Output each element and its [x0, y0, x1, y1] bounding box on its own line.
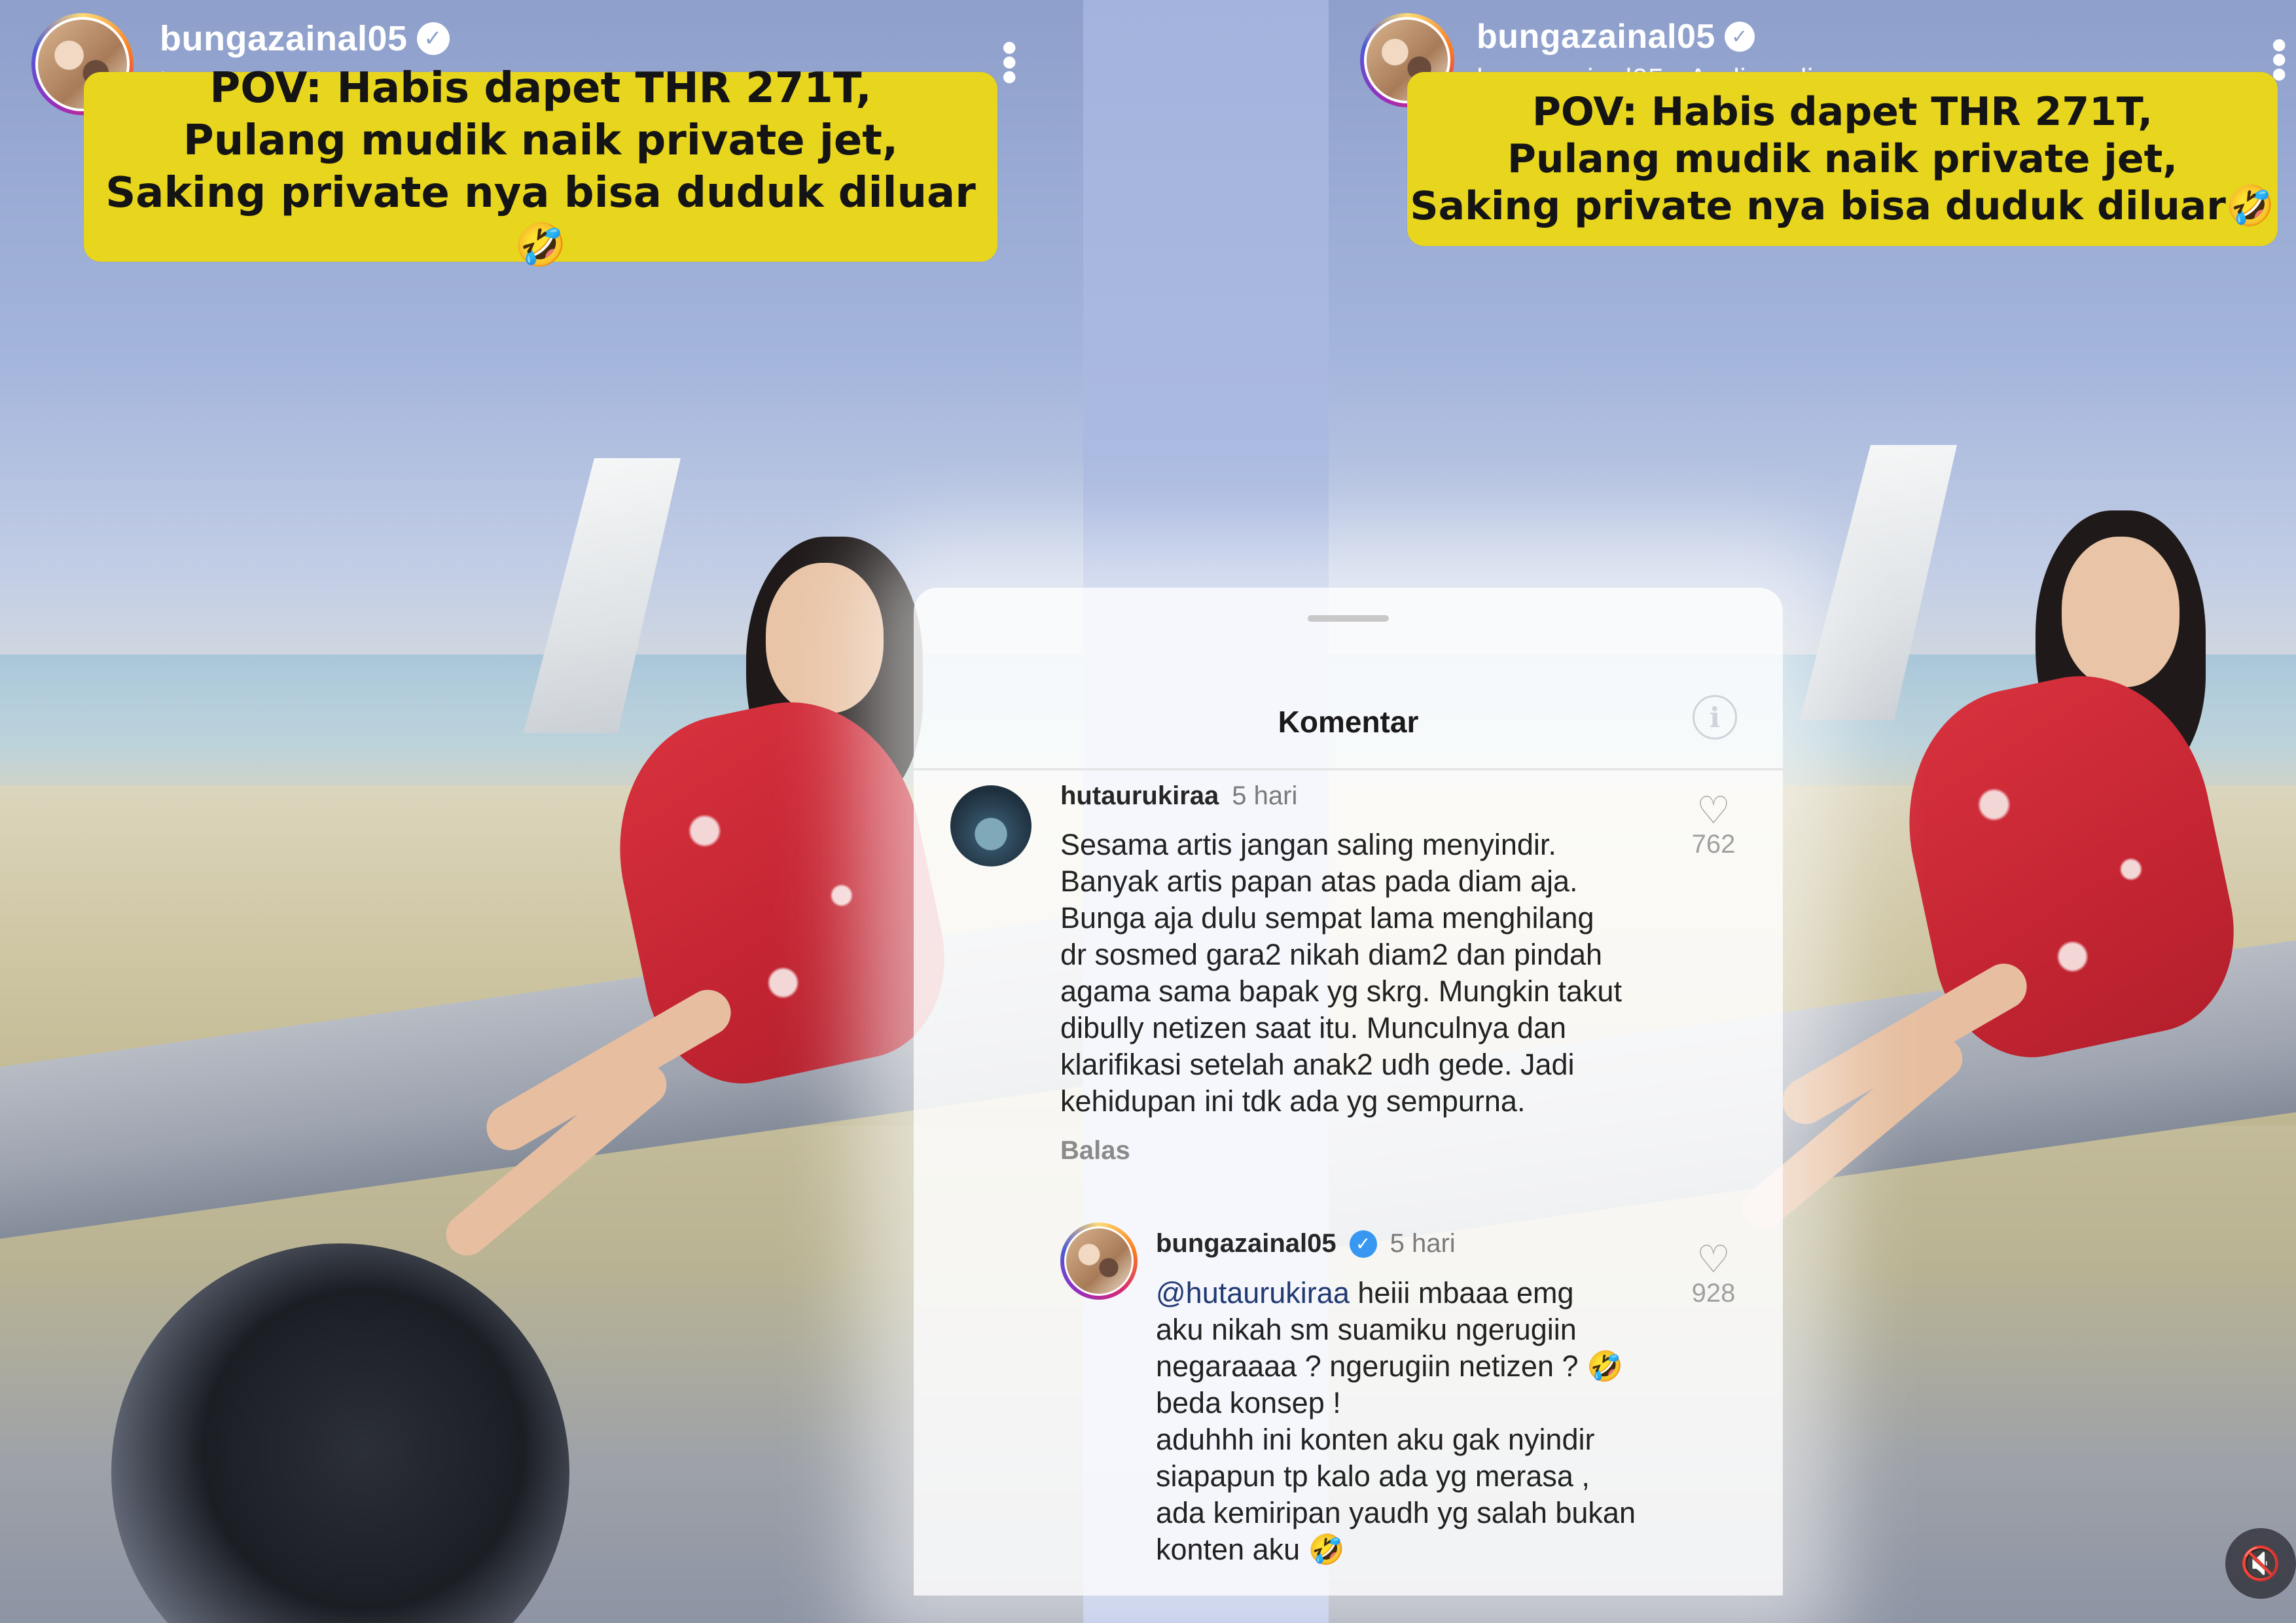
- post-username[interactable]: bungazainal05: [160, 18, 408, 59]
- more-vertical-icon[interactable]: •••: [2256, 38, 2296, 82]
- comments-sheet: Komentar i hutaurukiraa 5 hari Sesama ar…: [914, 588, 1783, 1596]
- reply-text: @hutaurukiraa heiii mbaaa emg aku nikah …: [1156, 1275, 1745, 1568]
- woman-sitting-image: [393, 537, 982, 1322]
- post-username[interactable]: bungazainal05: [1477, 17, 1715, 56]
- like-control[interactable]: ♡ 928: [1687, 1241, 1740, 1308]
- caption-line-3: Saking private nya bisa duduk diluar🤣: [105, 169, 976, 270]
- heart-outline-icon[interactable]: ♡: [1687, 1241, 1740, 1279]
- reply-time: 5 hari: [1390, 1229, 1456, 1258]
- caption-banner: POV: Habis dapet THR 271T, Pulang mudik …: [1407, 72, 2278, 246]
- reply-meta: bungazainal05 ✓ 5 hari: [1156, 1229, 1456, 1258]
- reply-body: heiii mbaaa emg aku nikah sm suamiku nge…: [1156, 1276, 1636, 1566]
- caption-line-2: Pulang mudik naik private jet,: [1507, 136, 2178, 182]
- reply-comment-item: bungazainal05 ✓ 5 hari @hutaurukiraa hei…: [914, 588, 1783, 1596]
- verified-badge-icon: ✓: [1724, 22, 1755, 52]
- caption-line-3: Saking private nya bisa duduk diluar🤣: [1410, 183, 2275, 229]
- verified-badge-icon: ✓: [416, 22, 450, 55]
- reply-avatar[interactable]: [1060, 1222, 1138, 1300]
- speaker-muted-icon[interactable]: 🔇: [2225, 1528, 2296, 1599]
- mention-link[interactable]: @hutaurukiraa: [1156, 1276, 1350, 1310]
- caption-line-1: POV: Habis dapet THR 271T,: [209, 64, 872, 113]
- caption-banner: POV: Habis dapet THR 271T, Pulang mudik …: [84, 64, 997, 270]
- verified-badge-icon: ✓: [1349, 1230, 1377, 1258]
- caption-line-2: Pulang mudik naik private jet,: [183, 116, 899, 165]
- more-vertical-icon[interactable]: •••: [986, 41, 1033, 84]
- caption-line-1: POV: Habis dapet THR 271T,: [1532, 89, 2153, 135]
- reply-username[interactable]: bungazainal05: [1156, 1229, 1336, 1258]
- like-count: 928: [1691, 1279, 1736, 1308]
